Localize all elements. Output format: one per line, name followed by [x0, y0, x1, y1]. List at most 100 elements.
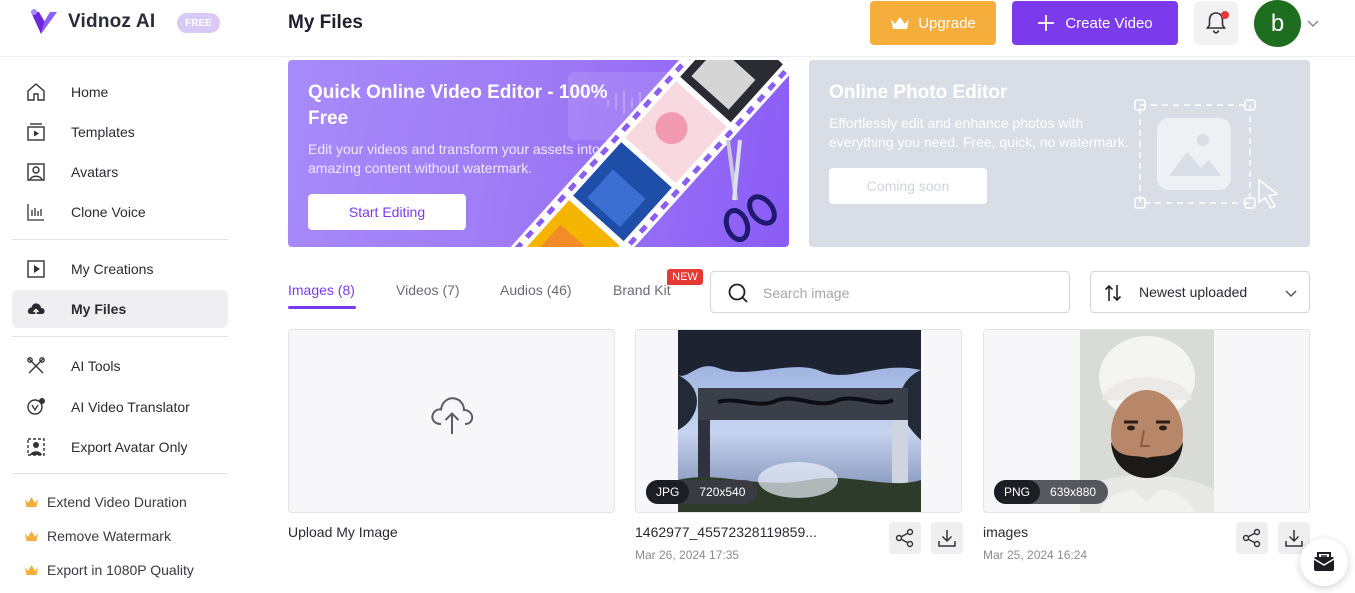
templates-icon	[27, 123, 45, 141]
sidebar-item-clone-voice[interactable]: Clone Voice	[12, 193, 228, 231]
sort-dropdown[interactable]: Newest uploaded	[1090, 271, 1310, 313]
share-icon	[1242, 528, 1261, 548]
top-bar: Vidnoz AI FREE My Files Upgrade Create V…	[0, 0, 1355, 57]
file-type-badge: JPG	[646, 480, 690, 504]
upload-image-card[interactable]	[288, 329, 615, 513]
upload-image-label: Upload My Image	[288, 524, 398, 540]
coming-soon-button: Coming soon	[829, 168, 987, 204]
sort-selected-label: Newest uploaded	[1139, 284, 1248, 300]
sidebar-item-ai-tools[interactable]: AI Tools	[12, 347, 228, 385]
sidebar-item-label: AI Video Translator	[71, 399, 190, 415]
tab-audios[interactable]: Audios (46)	[500, 282, 572, 298]
sidebar-item-label: Home	[71, 84, 109, 100]
download-button[interactable]	[931, 522, 963, 554]
promo-remove-watermark[interactable]: Remove Watermark	[24, 528, 171, 544]
file-date: Mar 25, 2024 16:24	[983, 548, 1088, 562]
crown-icon	[25, 565, 38, 575]
tab-videos[interactable]: Videos (7)	[396, 282, 460, 298]
vidnoz-logo-icon	[31, 9, 57, 34]
video-editor-subtitle: Edit your videos and transform your asse…	[308, 141, 600, 176]
create-video-button[interactable]: Create Video	[1012, 1, 1178, 45]
upgrade-label: Upgrade	[918, 14, 976, 32]
tools-icon	[27, 357, 45, 374]
file-info-pill: PNG 639x880	[994, 480, 1109, 504]
plan-badge: FREE	[177, 13, 220, 33]
plus-icon	[1038, 15, 1055, 31]
create-video-label: Create Video	[1065, 14, 1153, 32]
photo-editor-title: Online Photo Editor	[829, 82, 1008, 103]
file-card[interactable]: PNG 639x880	[983, 329, 1310, 513]
share-button[interactable]	[1236, 522, 1268, 554]
sidebar-item-label: AI Tools	[71, 358, 121, 374]
sidebar-item-templates[interactable]: Templates	[12, 113, 228, 151]
file-type-badge: PNG	[994, 480, 1041, 504]
share-icon	[895, 528, 914, 548]
app-root: Vidnoz AI FREE My Files Upgrade Create V…	[0, 0, 1355, 593]
sidebar-divider	[12, 239, 228, 240]
sidebar-item-label: My Files	[71, 301, 127, 317]
mail-icon	[1313, 552, 1335, 571]
support-chat-button[interactable]	[1300, 538, 1348, 586]
home-icon	[27, 83, 45, 101]
file-dimensions: 720x540	[699, 485, 746, 499]
sidebar-divider	[12, 336, 228, 337]
crown-icon	[891, 17, 910, 29]
file-info-pill: JPG 720x540	[646, 480, 758, 504]
translate-icon	[27, 398, 45, 415]
crown-icon	[25, 497, 38, 507]
sort-icon	[1104, 284, 1122, 302]
search-box[interactable]	[710, 271, 1070, 313]
sidebar-item-my-files[interactable]: My Files	[12, 290, 228, 328]
notification-dot	[1221, 11, 1229, 19]
promo-label: Extend Video Duration	[47, 494, 187, 510]
start-editing-button[interactable]: Start Editing	[308, 194, 466, 230]
photo-editor-banner: Online Photo Editor Effortlessly edit an…	[809, 60, 1310, 247]
file-date: Mar 26, 2024 17:35	[635, 548, 740, 562]
sidebar-item-ai-video-translator[interactable]: AI Video Translator	[12, 388, 228, 426]
tab-brand-kit[interactable]: Brand Kit	[613, 282, 671, 298]
sidebar-item-my-creations[interactable]: My Creations	[12, 250, 228, 288]
sidebar-item-avatars[interactable]: Avatars	[12, 153, 228, 191]
chevron-down-icon	[1285, 290, 1297, 298]
promo-label: Remove Watermark	[47, 528, 171, 544]
play-square-icon	[27, 260, 45, 278]
active-tab-indicator	[288, 306, 356, 309]
search-input[interactable]	[763, 282, 1053, 304]
cloud-upload-icon	[431, 397, 474, 434]
waveform-icon	[27, 204, 44, 221]
video-editor-banner[interactable]: Quick Online Video Editor - 100% Free Ed…	[288, 60, 789, 247]
download-icon	[938, 530, 956, 547]
promo-extend-duration[interactable]: Extend Video Duration	[24, 494, 187, 510]
sidebar: Home Templates Avatars Clone Voice My Cr…	[0, 57, 240, 593]
sidebar-item-home[interactable]: Home	[12, 73, 228, 111]
share-button[interactable]	[889, 522, 921, 554]
search-icon	[728, 283, 748, 303]
avatar-icon	[27, 163, 45, 181]
video-editor-title: Quick Online Video Editor - 100% Free	[308, 82, 608, 129]
photo-editor-subtitle: Effortlessly edit and enhance photos wit…	[829, 115, 1129, 150]
file-dimensions: 639x880	[1050, 485, 1097, 499]
scissors-icon	[723, 139, 777, 243]
brand-logo[interactable]: Vidnoz AI	[28, 6, 155, 38]
sidebar-item-export-avatar-only[interactable]: Export Avatar Only	[12, 428, 228, 466]
sidebar-divider	[12, 473, 228, 474]
promo-export-1080p[interactable]: Export in 1080P Quality	[24, 562, 194, 578]
file-name: 1462977_45572328119859...	[635, 524, 817, 540]
user-avatar[interactable]: b	[1254, 0, 1301, 47]
export-avatar-icon	[27, 438, 45, 456]
new-badge: NEW	[667, 269, 703, 285]
sidebar-item-label: Clone Voice	[71, 204, 146, 220]
sidebar-item-label: Export Avatar Only	[71, 439, 188, 455]
promo-label: Export in 1080P Quality	[47, 562, 194, 578]
tab-images[interactable]: Images (8)	[288, 282, 355, 298]
file-card[interactable]: JPG 720x540	[635, 329, 962, 513]
sidebar-item-label: My Creations	[71, 261, 154, 277]
cloud-upload-icon	[27, 303, 45, 317]
chevron-down-icon[interactable]	[1306, 16, 1320, 30]
upgrade-button[interactable]: Upgrade	[870, 1, 996, 45]
sidebar-item-label: Avatars	[71, 164, 119, 180]
crown-icon	[25, 531, 38, 541]
page-title: My Files	[288, 12, 363, 33]
notifications-button[interactable]	[1194, 1, 1238, 45]
download-icon	[1285, 530, 1303, 547]
